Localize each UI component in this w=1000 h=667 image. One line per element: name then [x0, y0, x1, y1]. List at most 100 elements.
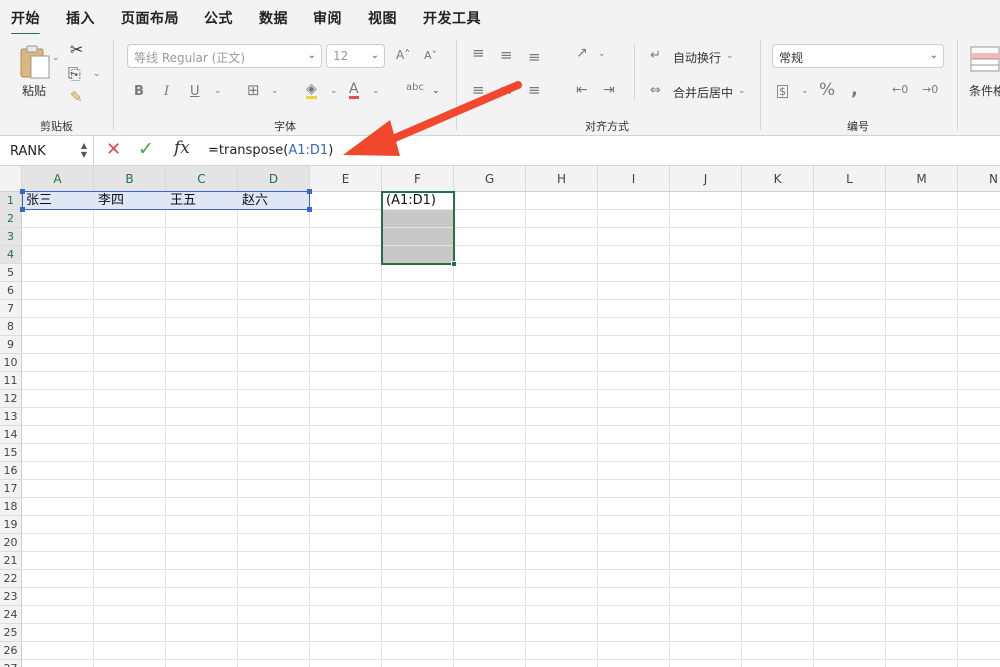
- name-box[interactable]: RANK ▲ ▼: [0, 136, 94, 166]
- tab-insert[interactable]: 插入: [66, 8, 95, 28]
- tab-formulas[interactable]: 公式: [204, 8, 233, 28]
- column-header-e[interactable]: E: [310, 166, 382, 192]
- row-header-12[interactable]: 12: [0, 390, 22, 408]
- worksheet-grid[interactable]: A B C D E F G H I J K L M N 1 2 3 4 5 6 7 8 9 10 11 12 13 14 15 16 17 1…: [0, 166, 1000, 667]
- fill-color-icon[interactable]: ◈: [306, 82, 317, 99]
- row-header-24[interactable]: 24: [0, 606, 22, 624]
- column-header-f[interactable]: F: [382, 166, 454, 192]
- phonetic-dropdown-icon[interactable]: ⌄: [432, 87, 440, 96]
- copy-icon[interactable]: ⎘: [68, 66, 81, 82]
- bold-icon[interactable]: B: [134, 85, 144, 98]
- row-header-1[interactable]: 1: [0, 192, 22, 210]
- row-header-6[interactable]: 6: [0, 282, 22, 300]
- row-header-27[interactable]: 27: [0, 660, 22, 667]
- range-resize-handle[interactable]: [307, 207, 312, 212]
- row-header-20[interactable]: 20: [0, 534, 22, 552]
- percent-icon[interactable]: %: [819, 82, 835, 99]
- row-header-7[interactable]: 7: [0, 300, 22, 318]
- align-center-icon[interactable]: ≡: [500, 83, 513, 98]
- font-name-dropdown[interactable]: 等线 Regular (正文) ⌄: [127, 44, 322, 68]
- row-header-9[interactable]: 9: [0, 336, 22, 354]
- row-header-15[interactable]: 15: [0, 444, 22, 462]
- column-header-b[interactable]: B: [94, 166, 166, 192]
- name-box-spinner-icon[interactable]: ▲ ▼: [81, 141, 87, 159]
- currency-icon[interactable]: $: [777, 85, 788, 98]
- column-header-h[interactable]: H: [526, 166, 598, 192]
- column-header-d[interactable]: D: [238, 166, 310, 192]
- row-header-10[interactable]: 10: [0, 354, 22, 372]
- number-format-dropdown[interactable]: 常规 ⌄: [772, 44, 944, 68]
- currency-dropdown-icon[interactable]: ⌄: [801, 87, 809, 96]
- enter-icon[interactable]: ✓: [138, 140, 154, 159]
- row-header-22[interactable]: 22: [0, 570, 22, 588]
- orientation-icon[interactable]: ↗: [576, 46, 588, 60]
- decrease-indent-icon[interactable]: ⇤: [576, 83, 588, 97]
- column-header-j[interactable]: J: [670, 166, 742, 192]
- row-header-5[interactable]: 5: [0, 264, 22, 282]
- row-header-19[interactable]: 19: [0, 516, 22, 534]
- column-header-l[interactable]: L: [814, 166, 886, 192]
- underline-dropdown-icon[interactable]: ⌄: [214, 87, 222, 96]
- cut-icon[interactable]: ✂: [70, 42, 83, 58]
- formula-input[interactable]: =transpose(A1:D1): [208, 143, 333, 158]
- select-all-corner[interactable]: [0, 166, 22, 192]
- cell-b1[interactable]: 李四: [94, 192, 166, 210]
- row-header-26[interactable]: 26: [0, 642, 22, 660]
- row-header-8[interactable]: 8: [0, 318, 22, 336]
- comma-style-icon[interactable]: ,: [851, 81, 858, 99]
- column-header-a[interactable]: A: [22, 166, 94, 192]
- borders-dropdown-icon[interactable]: ⌄: [271, 87, 279, 96]
- tab-view[interactable]: 视图: [368, 8, 397, 28]
- tab-data[interactable]: 数据: [259, 8, 288, 28]
- orientation-dropdown-icon[interactable]: ⌄: [598, 50, 606, 59]
- italic-icon[interactable]: I: [164, 85, 169, 98]
- row-header-21[interactable]: 21: [0, 552, 22, 570]
- fill-handle[interactable]: [451, 261, 457, 267]
- tab-page-layout[interactable]: 页面布局: [121, 8, 179, 28]
- increase-font-icon[interactable]: A˄: [396, 49, 410, 61]
- paste-button[interactable]: 粘贴: [14, 42, 60, 102]
- borders-icon[interactable]: ⊞: [247, 83, 260, 98]
- decrease-font-icon[interactable]: A˅: [424, 50, 437, 61]
- cancel-icon[interactable]: ✕: [106, 141, 121, 159]
- cell-f1[interactable]: (A1:D1): [382, 192, 454, 210]
- column-header-i[interactable]: I: [598, 166, 670, 192]
- row-header-25[interactable]: 25: [0, 624, 22, 642]
- range-resize-handle[interactable]: [20, 189, 25, 194]
- align-left-icon[interactable]: ≡: [472, 83, 485, 98]
- font-color-dropdown-icon[interactable]: ⌄: [372, 87, 380, 96]
- range-resize-handle[interactable]: [307, 189, 312, 194]
- merge-center-button[interactable]: ⇔ 合并后居中 ⌄: [650, 83, 762, 101]
- conditional-format-button[interactable]: 条件格: [966, 42, 1000, 102]
- row-header-3[interactable]: 3: [0, 228, 22, 246]
- row-header-14[interactable]: 14: [0, 426, 22, 444]
- column-header-m[interactable]: M: [886, 166, 958, 192]
- row-header-17[interactable]: 17: [0, 480, 22, 498]
- range-resize-handle[interactable]: [20, 207, 25, 212]
- tab-review[interactable]: 审阅: [313, 8, 342, 28]
- format-painter-icon[interactable]: ✎: [70, 90, 83, 105]
- row-header-18[interactable]: 18: [0, 498, 22, 516]
- align-middle-icon[interactable]: ≡: [500, 48, 513, 63]
- row-header-13[interactable]: 13: [0, 408, 22, 426]
- column-header-n[interactable]: N: [958, 166, 1000, 192]
- cell-d1[interactable]: 赵六: [238, 192, 310, 210]
- phonetic-icon[interactable]: abc: [406, 83, 424, 93]
- font-size-dropdown[interactable]: 12 ⌄: [326, 44, 385, 68]
- copy-dropdown-icon[interactable]: ⌄: [93, 70, 101, 79]
- align-bottom-icon[interactable]: ≡: [528, 50, 541, 65]
- tab-developer[interactable]: 开发工具: [423, 8, 481, 28]
- increase-indent-icon[interactable]: ⇥: [603, 83, 615, 97]
- paste-dropdown-icon[interactable]: ⌄: [52, 54, 60, 63]
- row-header-11[interactable]: 11: [0, 372, 22, 390]
- fill-color-dropdown-icon[interactable]: ⌄: [330, 87, 338, 96]
- row-header-16[interactable]: 16: [0, 462, 22, 480]
- column-header-g[interactable]: G: [454, 166, 526, 192]
- decrease-decimal-icon[interactable]: →0: [922, 84, 938, 95]
- align-right-icon[interactable]: ≡: [528, 83, 541, 98]
- font-color-icon[interactable]: A: [349, 82, 359, 99]
- row-header-2[interactable]: 2: [0, 210, 22, 228]
- underline-icon[interactable]: U: [190, 85, 200, 98]
- increase-decimal-icon[interactable]: ←0: [892, 84, 908, 95]
- column-header-c[interactable]: C: [166, 166, 238, 192]
